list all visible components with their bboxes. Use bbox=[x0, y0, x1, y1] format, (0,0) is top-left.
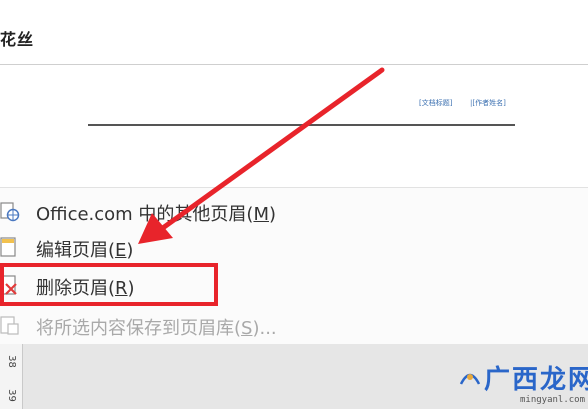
brand-logo-icon bbox=[459, 373, 481, 385]
doc-title-field: [文档标题] bbox=[419, 99, 453, 107]
menu-item-save-to-gallery[interactable]: 将所选内容保存到页眉库(S)... bbox=[0, 306, 588, 342]
menu-item-label: Office.com 中的其他页眉(M) bbox=[36, 204, 277, 225]
watermark: 广西龙网 mingyanl.com bbox=[450, 362, 588, 406]
watermark-url: mingyanl.com bbox=[520, 395, 586, 405]
edit-header-icon bbox=[0, 237, 16, 257]
author-field: |[作者姓名] bbox=[470, 99, 506, 107]
ruler-number: 38 bbox=[5, 355, 17, 368]
menu-item-label: 编辑页眉(E) bbox=[36, 240, 134, 261]
header-gallery-preview[interactable] bbox=[0, 65, 588, 187]
title-bar: 花丝 bbox=[0, 0, 588, 64]
highlight-box bbox=[0, 263, 218, 306]
ruler-number: 39 bbox=[5, 389, 17, 402]
menu-item-label: 将所选内容保存到页眉库(S)... bbox=[36, 318, 277, 339]
menu-item-edit-header[interactable]: 编辑页眉(E) bbox=[0, 228, 588, 264]
vertical-ruler: 38 39 bbox=[0, 344, 23, 409]
title-text: 花丝 bbox=[0, 30, 35, 49]
watermark-brand: 广西龙网 bbox=[484, 365, 588, 395]
web-gallery-icon bbox=[0, 202, 20, 222]
header-rule-line bbox=[88, 124, 515, 126]
save-to-gallery-icon bbox=[0, 316, 19, 335]
menu-item-more-headers[interactable]: Office.com 中的其他页眉(M) bbox=[0, 192, 588, 228]
